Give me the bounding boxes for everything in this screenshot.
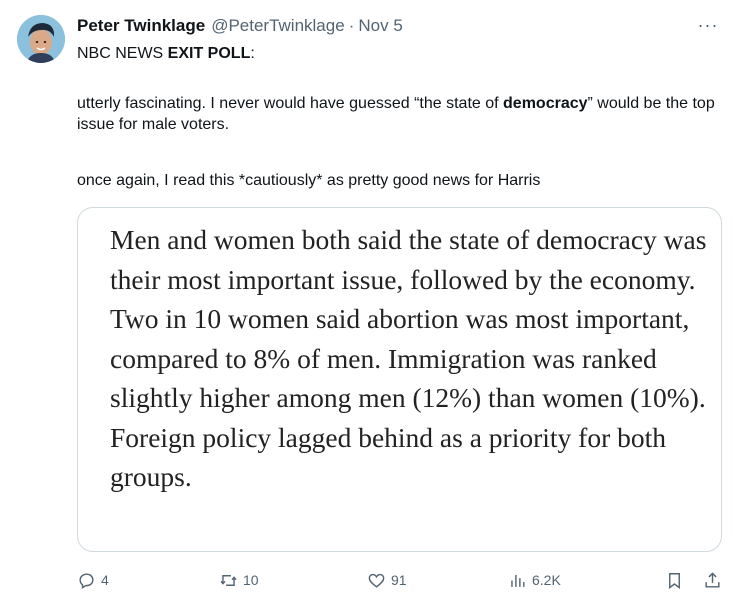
views-button[interactable]: 6.2K [508,568,561,592]
action-bar: 4 10 91 6.2K [77,568,722,592]
tweet-paragraph-1: NBC NEWS EXIT POLL: [77,43,255,64]
tweet-paragraph-3: once again, I read this *cautiously* as … [77,172,541,189]
avatar[interactable] [17,15,65,63]
like-button[interactable]: 91 [367,568,407,592]
tweet[interactable]: Peter Twinklage @PeterTwinklage · Nov 5 … [0,0,733,602]
share-button[interactable] [703,568,722,592]
tweet-text-span: NBC NEWS [77,45,168,62]
tweet-paragraph-2: utterly fascinating. I never would have … [77,93,717,135]
retweet-button[interactable]: 10 [219,568,259,592]
card-text: Men and women both said the state of dem… [110,224,707,492]
tweet-bold-text: EXIT POLL [167,45,251,62]
heart-icon [368,573,385,588]
avatar-image [17,15,65,63]
tweet-text-span: : [250,45,255,62]
author-name[interactable]: Peter Twinklage [77,16,205,36]
reply-icon [79,572,94,589]
retweet-icon [220,574,237,586]
reply-count: 4 [101,572,109,588]
author-handle[interactable]: @PeterTwinklage [211,16,345,36]
tweet-text-span: utterly fascinating. I never would have … [77,95,504,112]
bookmark-icon [669,572,680,589]
bookmark-button[interactable] [665,568,684,592]
like-count: 91 [391,572,407,588]
views-count: 6.2K [532,572,561,588]
more-options-button[interactable]: ··· [697,14,719,36]
separator-dot: · [348,16,355,35]
reply-button[interactable]: 4 [77,568,109,592]
tweet-bold-text: democracy [503,95,588,112]
tweet-header: Peter Twinklage @PeterTwinklage · Nov 5 [77,16,403,38]
retweet-count: 10 [243,572,259,588]
views-icon [511,574,525,587]
media-card[interactable]: Men and women both said the state of dem… [77,207,722,552]
tweet-date[interactable]: Nov 5 [358,16,402,36]
share-icon [705,571,720,588]
more-icon: ··· [697,14,719,35]
